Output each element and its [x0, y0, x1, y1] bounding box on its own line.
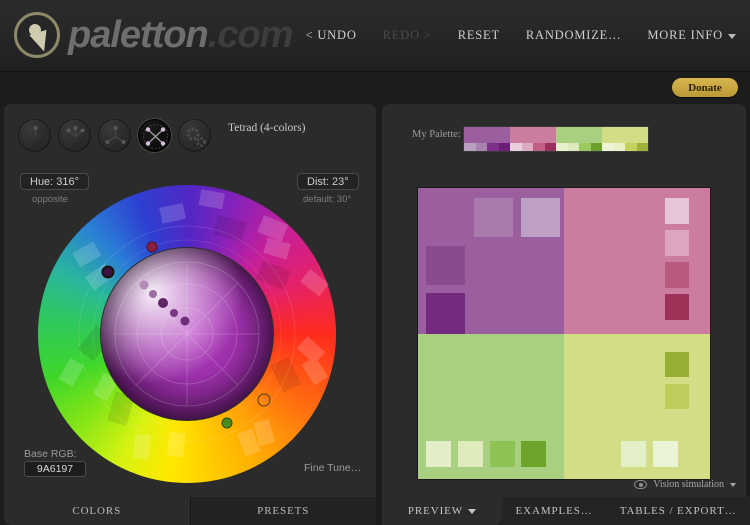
chevron-down-icon — [468, 508, 477, 514]
handle-secondary-1[interactable] — [146, 241, 158, 253]
vision-simulation-label: Vision simulation — [653, 479, 724, 490]
inner-dot-1[interactable] — [139, 280, 149, 290]
chip-t3[interactable] — [490, 440, 515, 467]
scheme-tetrad-button[interactable] — [138, 119, 171, 152]
right-tabbar: PREVIEW EXAMPLES… TABLES / EXPORT… — [382, 497, 750, 525]
tab-preview[interactable]: PREVIEW — [382, 497, 502, 525]
handle-secondary-2[interactable] — [221, 417, 233, 429]
chevron-down-icon — [730, 482, 736, 487]
paletton-logo-icon — [14, 12, 60, 58]
my-palette-strip[interactable] — [463, 126, 649, 152]
nav-more-info[interactable]: MORE INFO — [647, 28, 736, 43]
group-quaternary[interactable] — [602, 127, 648, 151]
brand-name: paletton — [68, 13, 209, 56]
inner-dot-5[interactable] — [180, 316, 190, 326]
brand-tld: .com — [207, 13, 294, 56]
handle-secondary-3[interactable] — [257, 393, 271, 407]
quadrant-tertiary[interactable] — [418, 333, 564, 479]
chip-q4[interactable] — [653, 440, 678, 467]
chip-s2[interactable] — [665, 230, 689, 256]
my-palette-label: My Palette: — [412, 129, 461, 140]
chevron-down-icon — [728, 33, 736, 39]
brand-text: paletton.com — [68, 13, 294, 57]
chip-q2[interactable] — [665, 383, 689, 409]
tab-examples[interactable]: EXAMPLES… — [516, 505, 593, 517]
quadrant-quaternary[interactable] — [564, 333, 710, 479]
chip-t2[interactable] — [458, 440, 483, 467]
quadrant-secondary[interactable] — [564, 188, 710, 334]
chip-s1[interactable] — [665, 198, 689, 224]
fine-tune-button[interactable]: Fine Tune… — [304, 462, 361, 474]
chip-p2[interactable] — [521, 198, 560, 237]
right-tab-group: EXAMPLES… TABLES / EXPORT… — [502, 497, 750, 525]
scheme-monochromatic-button[interactable] — [18, 119, 51, 152]
scheme-label: Tetrad (4-colors) — [228, 122, 306, 134]
left-tabbar: COLORS PRESETS — [4, 497, 376, 525]
nav-reset[interactable]: RESET — [458, 28, 500, 43]
chip-s3[interactable] — [665, 262, 689, 288]
tab-presets[interactable]: PRESETS — [189, 497, 376, 525]
scheme-selector — [18, 119, 211, 152]
nav-more-info-label: MORE INFO — [647, 28, 723, 42]
chip-p3[interactable] — [426, 246, 465, 285]
disc-grid-icon — [114, 261, 260, 407]
group-tertiary[interactable] — [556, 127, 602, 151]
quadrant-primary[interactable] — [418, 188, 564, 334]
vision-simulation-button[interactable]: Vision simulation — [634, 479, 736, 490]
scheme-triad-button[interactable] — [98, 119, 131, 152]
preview-board[interactable] — [418, 188, 710, 479]
chip-t1[interactable] — [426, 440, 451, 467]
base-rgb-label: Base RGB: — [24, 448, 77, 460]
chip-t4[interactable] — [521, 440, 546, 467]
logo[interactable]: paletton.com — [14, 12, 294, 58]
handle-base[interactable] — [101, 265, 115, 279]
inner-dot-4[interactable] — [170, 309, 178, 317]
inner-dot-2[interactable] — [149, 290, 157, 298]
tab-preview-label: PREVIEW — [407, 505, 464, 517]
chip-p1[interactable] — [474, 198, 513, 237]
nav-undo[interactable]: < UNDO — [306, 28, 357, 43]
tab-tables-export[interactable]: TABLES / EXPORT… — [620, 505, 737, 517]
base-rgb-input[interactable]: 9A6197 — [24, 461, 86, 477]
nav-redo[interactable]: REDO > — [383, 28, 432, 43]
scheme-adjacent-button[interactable] — [58, 119, 91, 152]
group-secondary[interactable] — [510, 127, 556, 151]
inner-dot-3[interactable] — [158, 298, 168, 308]
tab-colors[interactable]: COLORS — [4, 497, 190, 525]
group-primary[interactable] — [464, 127, 510, 151]
color-wheel[interactable] — [38, 185, 336, 483]
donate-button[interactable]: Donate — [672, 78, 738, 97]
nav-randomize[interactable]: RANDOMIZE… — [526, 28, 622, 43]
main-nav: < UNDO REDO > RESET RANDOMIZE… MORE INFO — [306, 28, 736, 43]
chip-q1[interactable] — [665, 351, 689, 377]
app-header: paletton.com < UNDO REDO > RESET RANDOMI… — [0, 0, 750, 72]
paletton-app: paletton.com < UNDO REDO > RESET RANDOMI… — [0, 0, 750, 525]
scheme-freestyle-button[interactable] — [178, 119, 211, 152]
eye-icon — [634, 480, 648, 489]
chip-p4[interactable] — [426, 293, 465, 334]
chip-s4[interactable] — [665, 294, 689, 320]
chip-q3[interactable] — [621, 440, 646, 467]
